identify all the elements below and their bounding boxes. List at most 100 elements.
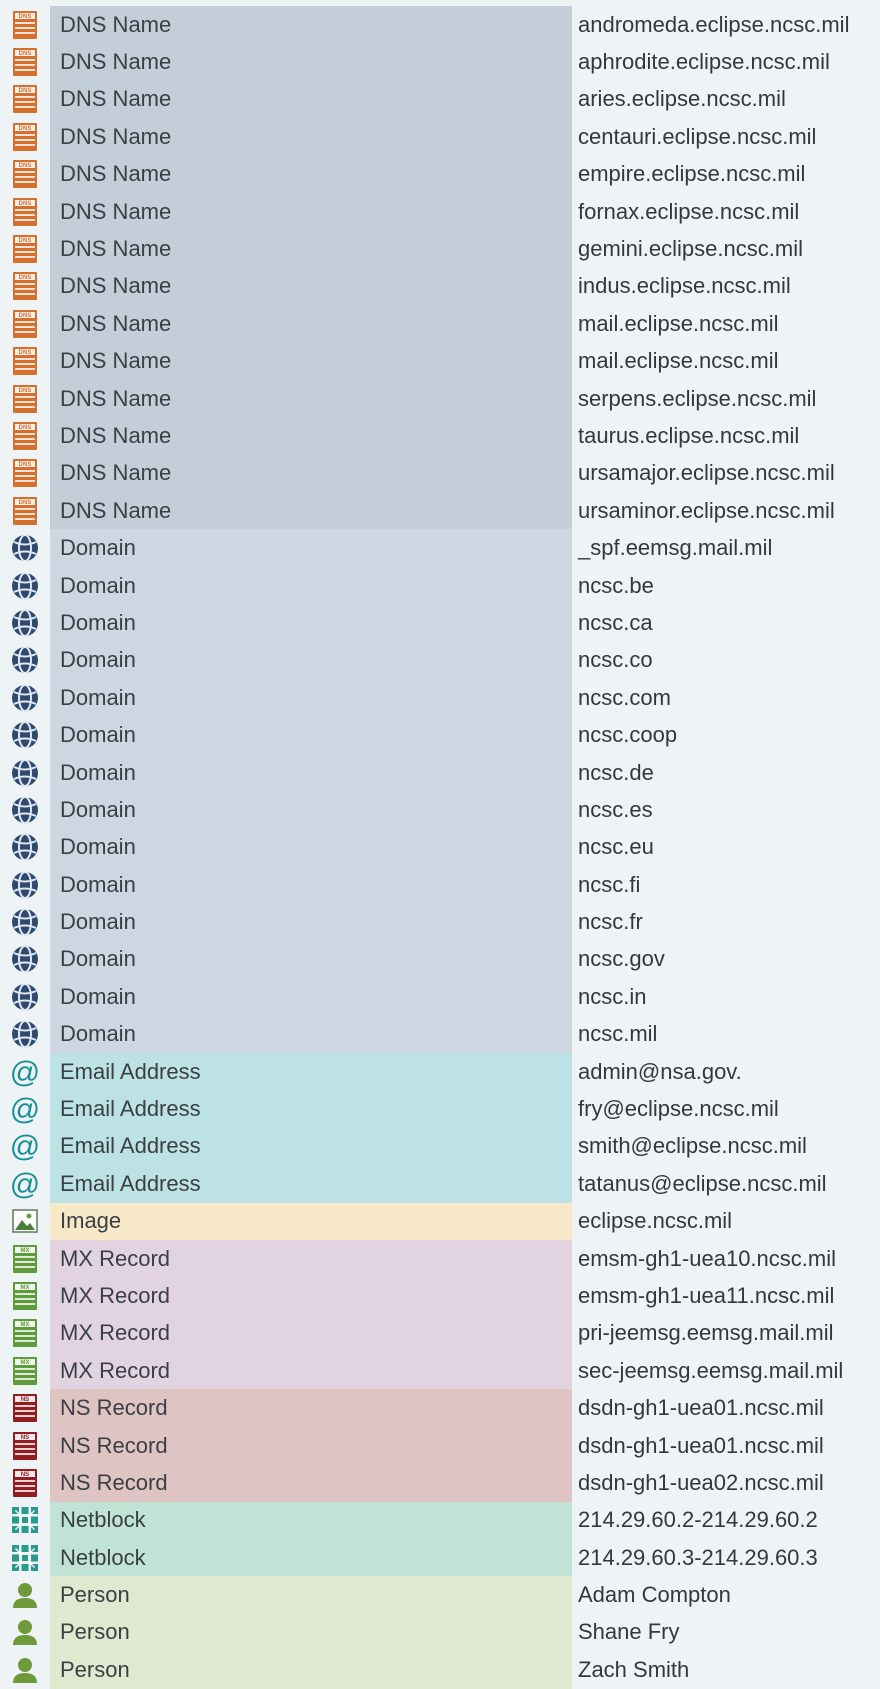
- entity-value: ncsc.coop: [578, 722, 678, 748]
- dns-server-icon: DNS: [0, 81, 50, 118]
- svg-text:DNS: DNS: [19, 276, 32, 282]
- list-item[interactable]: DNS DNS Name gemini.eclipse.ncsc.mil: [0, 230, 880, 268]
- list-item[interactable]: @ Email Address smith@eclipse.ncsc.mil: [0, 1127, 880, 1166]
- entity-type-label: DNS Name: [50, 155, 572, 193]
- list-item[interactable]: @ Email Address fry@eclipse.ncsc.mil: [0, 1090, 880, 1128]
- list-item[interactable]: @ Email Address admin@nsa.gov.: [0, 1052, 880, 1091]
- list-item[interactable]: MX MX Record emsm-gh1-uea11.ncsc.mil: [0, 1277, 880, 1315]
- list-item[interactable]: DNS DNS Name centauri.eclipse.ncsc.mil: [0, 118, 880, 156]
- globe-icon: [0, 529, 50, 566]
- entity-type-label: Netblock: [50, 1501, 572, 1540]
- entity-value: ncsc.fr: [578, 909, 643, 935]
- entity-value: ncsc.fi: [578, 871, 641, 897]
- list-item[interactable]: Person Shane Fry: [0, 1613, 880, 1652]
- entity-value: ncsc.in: [578, 983, 647, 1009]
- list-item[interactable]: Domain ncsc.de: [0, 753, 880, 792]
- list-item[interactable]: Domain ncsc.fi: [0, 865, 880, 904]
- list-item[interactable]: Image eclipse.ncsc.mil: [0, 1202, 880, 1240]
- list-item[interactable]: DNS DNS Name aphrodite.eclipse.ncsc.mil: [0, 43, 880, 81]
- list-item[interactable]: Domain ncsc.coop: [0, 716, 880, 754]
- list-item[interactable]: DNS DNS Name aries.eclipse.ncsc.mil: [0, 80, 880, 119]
- globe-icon: [0, 978, 50, 1015]
- list-item[interactable]: DNS DNS Name empire.eclipse.ncsc.mil: [0, 155, 880, 193]
- list-item[interactable]: Domain ncsc.com: [0, 679, 880, 717]
- list-item[interactable]: NS NS Record dsdn-gh1-uea01.ncsc.mil: [0, 1426, 880, 1465]
- ns-server-icon: NS: [0, 1464, 50, 1501]
- entity-value: ncsc.com: [578, 684, 671, 710]
- netblock-icon: [0, 1539, 50, 1576]
- entity-type-label: Domain: [50, 716, 572, 754]
- svg-text:DNS: DNS: [19, 238, 32, 244]
- entity-value: mail.eclipse.ncsc.mil: [578, 310, 779, 336]
- svg-text:MX: MX: [21, 1285, 30, 1291]
- entity-value: dsdn-gh1-uea01.ncsc.mil: [578, 1395, 824, 1421]
- entity-value: ncsc.ca: [578, 609, 653, 635]
- svg-text:@: @: [10, 1168, 40, 1200]
- entity-type-label: DNS Name: [50, 454, 572, 493]
- dns-server-icon: DNS: [0, 417, 50, 454]
- entity-type-label: Domain: [50, 529, 572, 567]
- globe-icon: [0, 791, 50, 828]
- list-item[interactable]: Domain ncsc.be: [0, 566, 880, 605]
- svg-text:DNS: DNS: [19, 350, 32, 356]
- list-item[interactable]: DNS DNS Name andromeda.eclipse.ncsc.mil: [0, 6, 880, 44]
- list-item[interactable]: Domain _spf.eemsg.mail.mil: [0, 529, 880, 567]
- list-item[interactable]: NS NS Record dsdn-gh1-uea01.ncsc.mil: [0, 1389, 880, 1427]
- dns-server-icon: DNS: [0, 230, 50, 267]
- list-item[interactable]: Domain ncsc.es: [0, 791, 880, 829]
- list-item[interactable]: DNS DNS Name taurus.eclipse.ncsc.mil: [0, 417, 880, 455]
- list-item[interactable]: Person Adam Compton: [0, 1576, 880, 1614]
- entity-type-label: Domain: [50, 753, 572, 792]
- globe-icon: [0, 903, 50, 940]
- list-item[interactable]: DNS DNS Name fornax.eclipse.ncsc.mil: [0, 192, 880, 231]
- entity-value: Zach Smith: [578, 1656, 690, 1682]
- dns-server-icon: DNS: [0, 6, 50, 43]
- svg-text:NS: NS: [21, 1472, 29, 1478]
- list-item[interactable]: NS NS Record dsdn-gh1-uea02.ncsc.mil: [0, 1464, 880, 1502]
- entity-type-label: MX Record: [50, 1239, 572, 1278]
- list-item[interactable]: Domain ncsc.ca: [0, 604, 880, 642]
- list-item[interactable]: Domain ncsc.fr: [0, 903, 880, 941]
- entity-type-label: Domain: [50, 828, 572, 866]
- list-item[interactable]: DNS DNS Name mail.eclipse.ncsc.mil: [0, 305, 880, 343]
- list-item[interactable]: MX MX Record sec-jeemsg.eemsg.mail.mil: [0, 1352, 880, 1390]
- list-item[interactable]: Domain ncsc.mil: [0, 1015, 880, 1053]
- entity-type-label: MX Record: [50, 1314, 572, 1353]
- ns-server-icon: NS: [0, 1389, 50, 1426]
- entity-type-label: Email Address: [50, 1127, 572, 1166]
- svg-text:MX: MX: [21, 1360, 30, 1366]
- entity-value: centauri.eclipse.ncsc.mil: [578, 123, 817, 149]
- entity-value: pri-jeemsg.eemsg.mail.mil: [578, 1320, 834, 1346]
- entity-type-label: MX Record: [50, 1352, 572, 1390]
- list-item[interactable]: MX MX Record emsm-gh1-uea10.ncsc.mil: [0, 1239, 880, 1278]
- list-item[interactable]: DNS DNS Name indus.eclipse.ncsc.mil: [0, 267, 880, 306]
- entity-list: DNS DNS Name andromeda.eclipse.ncsc.mil D…: [0, 6, 880, 1689]
- list-item[interactable]: DNS DNS Name ursaminor.eclipse.ncsc.mil: [0, 492, 880, 530]
- dns-server-icon: DNS: [0, 268, 50, 305]
- entity-value: eclipse.ncsc.mil: [578, 1208, 733, 1234]
- list-item[interactable]: Domain ncsc.co: [0, 641, 880, 680]
- list-item[interactable]: Domain ncsc.in: [0, 978, 880, 1016]
- globe-icon: [0, 604, 50, 641]
- globe-icon: [0, 716, 50, 753]
- list-item[interactable]: Netblock 214.29.60.3-214.29.60.3: [0, 1539, 880, 1577]
- list-item[interactable]: @ Email Address tatanus@eclipse.ncsc.mil: [0, 1165, 880, 1203]
- entity-type-label: Domain: [50, 679, 572, 717]
- list-item[interactable]: Netblock 214.29.60.2-214.29.60.2: [0, 1501, 880, 1540]
- entity-value: emsm-gh1-uea11.ncsc.mil: [578, 1282, 835, 1308]
- entity-type-label: DNS Name: [50, 417, 572, 455]
- entity-type-label: DNS Name: [50, 43, 572, 81]
- svg-text:MX: MX: [21, 1323, 30, 1329]
- list-item[interactable]: Domain ncsc.gov: [0, 940, 880, 979]
- list-item[interactable]: MX MX Record pri-jeemsg.eemsg.mail.mil: [0, 1314, 880, 1353]
- globe-icon: [0, 567, 50, 604]
- list-item[interactable]: DNS DNS Name mail.eclipse.ncsc.mil: [0, 342, 880, 380]
- list-item[interactable]: DNS DNS Name ursamajor.eclipse.ncsc.mil: [0, 454, 880, 493]
- list-item[interactable]: DNS DNS Name serpens.eclipse.ncsc.mil: [0, 379, 880, 418]
- svg-text:DNS: DNS: [19, 425, 32, 431]
- entity-type-label: DNS Name: [50, 305, 572, 343]
- globe-icon: [0, 866, 50, 903]
- svg-text:DNS: DNS: [19, 14, 32, 20]
- list-item[interactable]: Person Zach Smith: [0, 1651, 880, 1689]
- list-item[interactable]: Domain ncsc.eu: [0, 828, 880, 866]
